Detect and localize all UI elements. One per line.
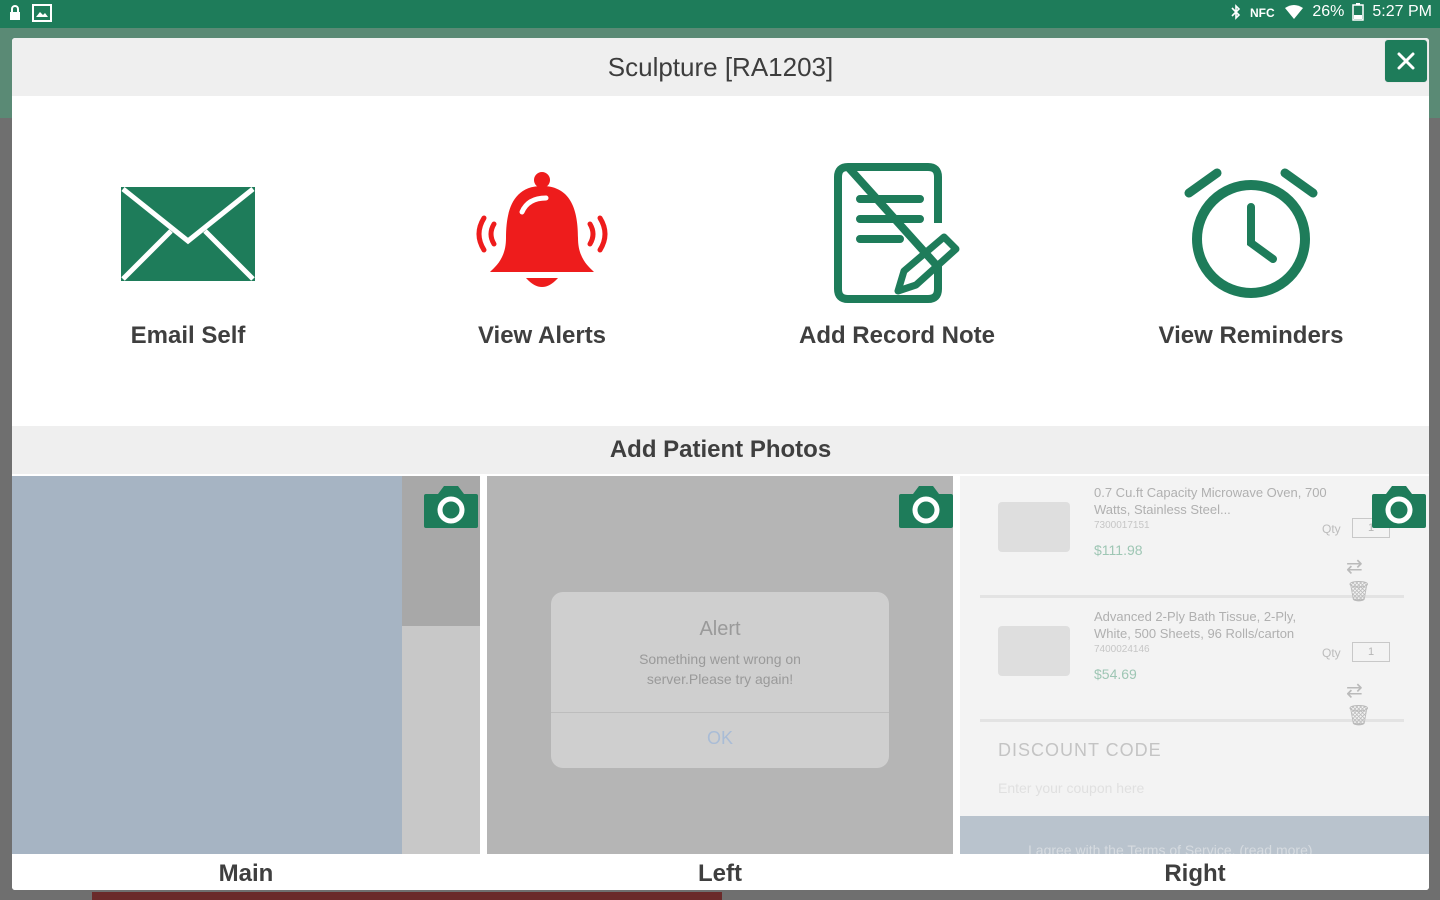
photo-slot-right[interactable]: 0.7 Cu.ft Capacity Microwave Oven, 700 W…	[960, 476, 1429, 854]
add-record-note-button[interactable]: Add Record Note	[757, 158, 1037, 378]
preview-product-sku: 7400024146	[1094, 644, 1150, 655]
camera-icon[interactable]	[422, 482, 480, 530]
photo-label-main: Main	[218, 860, 274, 887]
envelope-icon	[121, 187, 255, 281]
preview-product-sku: 7300017151	[1094, 520, 1150, 531]
wifi-icon	[1285, 5, 1304, 19]
close-icon	[1397, 52, 1415, 70]
record-actions-modal: Sculpture [RA1203] Email Self View Alert…	[12, 38, 1429, 890]
view-reminders-button[interactable]: View Reminders	[1111, 158, 1391, 378]
svg-text:NFC: NFC	[1250, 6, 1275, 19]
main-preview-panel-lower	[402, 626, 480, 854]
photo-labels-row: Main Left Right	[12, 854, 1429, 890]
camera-icon[interactable]	[1370, 482, 1428, 530]
modal-header: Sculpture [RA1203]	[12, 38, 1429, 96]
image-notification-icon	[32, 4, 52, 22]
bluetooth-icon	[1231, 4, 1241, 20]
view-reminders-label: View Reminders	[1158, 322, 1344, 349]
preview-cart-item: 0.7 Cu.ft Capacity Microwave Oven, 700 W…	[980, 478, 1404, 603]
preview-discount-section: DISCOUNT CODE Enter your coupon here	[980, 732, 1404, 812]
preview-discount-placeholder: Enter your coupon here	[998, 780, 1145, 796]
preview-product-image	[998, 502, 1070, 552]
modal-title: Sculpture [RA1203]	[607, 52, 834, 82]
bell-icon	[476, 172, 608, 287]
email-self-button[interactable]: Email Self	[48, 158, 328, 378]
alarm-clock-icon	[1184, 168, 1318, 298]
background-bar	[92, 892, 722, 900]
view-alerts-button[interactable]: View Alerts	[402, 158, 682, 378]
action-grid: Email Self View Alerts Add Record Note V…	[12, 158, 1429, 398]
status-bar-left	[8, 4, 52, 22]
photo-label-left: Left	[698, 860, 742, 887]
battery-percent: 26%	[1312, 3, 1345, 20]
preview-alert-divider	[551, 712, 889, 713]
preview-alert-message: Something went wrong on server.Please tr…	[639, 651, 801, 687]
close-button[interactable]	[1384, 39, 1428, 83]
add-record-note-label: Add Record Note	[798, 322, 995, 349]
photos-header: Add Patient Photos	[12, 426, 1429, 474]
status-bar: NFC 26% 5:27 PM	[0, 0, 1440, 28]
preview-cart-actions: ⇄🗑	[1346, 680, 1390, 727]
preview-product-price: $54.69	[1094, 666, 1137, 682]
lock-icon	[10, 5, 20, 20]
preview-alert-ok: OK	[706, 728, 733, 748]
preview-product-name: Advanced 2-Ply Bath Tissue, 2-Ply, White…	[1094, 609, 1297, 641]
photo-slot-left[interactable]: Alert Something went wrong on server.Ple…	[487, 476, 953, 854]
email-self-label: Email Self	[130, 322, 246, 349]
preview-product-image	[998, 626, 1070, 676]
photo-slot-main[interactable]	[12, 476, 480, 854]
status-bar-right: NFC 26% 5:27 PM	[1230, 3, 1432, 21]
preview-qty-label: Qty	[1322, 646, 1341, 660]
clock-time: 5:27 PM	[1372, 3, 1432, 20]
preview-product-name: 0.7 Cu.ft Capacity Microwave Oven, 700 W…	[1094, 485, 1327, 517]
preview-qty-field: 1	[1352, 642, 1390, 662]
note-pencil-icon	[834, 163, 960, 303]
preview-qty-label: Qty	[1322, 522, 1341, 536]
preview-discount-label: DISCOUNT CODE	[998, 740, 1162, 760]
preview-alert-dialog: Alert Something went wrong on server.Ple…	[551, 592, 889, 768]
preview-product-price: $111.98	[1094, 542, 1143, 558]
preview-terms-text: I agree with the Terms of Service. (read…	[1028, 842, 1313, 854]
preview-cart-item: Advanced 2-Ply Bath Tissue, 2-Ply, White…	[980, 602, 1404, 727]
photo-label-right: Right	[1164, 860, 1226, 887]
preview-alert-title: Alert	[699, 618, 741, 640]
preview-cart-actions: ⇄🗑	[1346, 556, 1390, 603]
camera-icon[interactable]	[897, 482, 953, 530]
preview-terms-bar: I agree with the Terms of Service. (read…	[960, 816, 1429, 854]
view-alerts-label: View Alerts	[477, 322, 607, 349]
battery-icon	[1352, 3, 1365, 21]
photos-title: Add Patient Photos	[609, 436, 832, 463]
nfc-icon: NFC	[1250, 6, 1275, 19]
